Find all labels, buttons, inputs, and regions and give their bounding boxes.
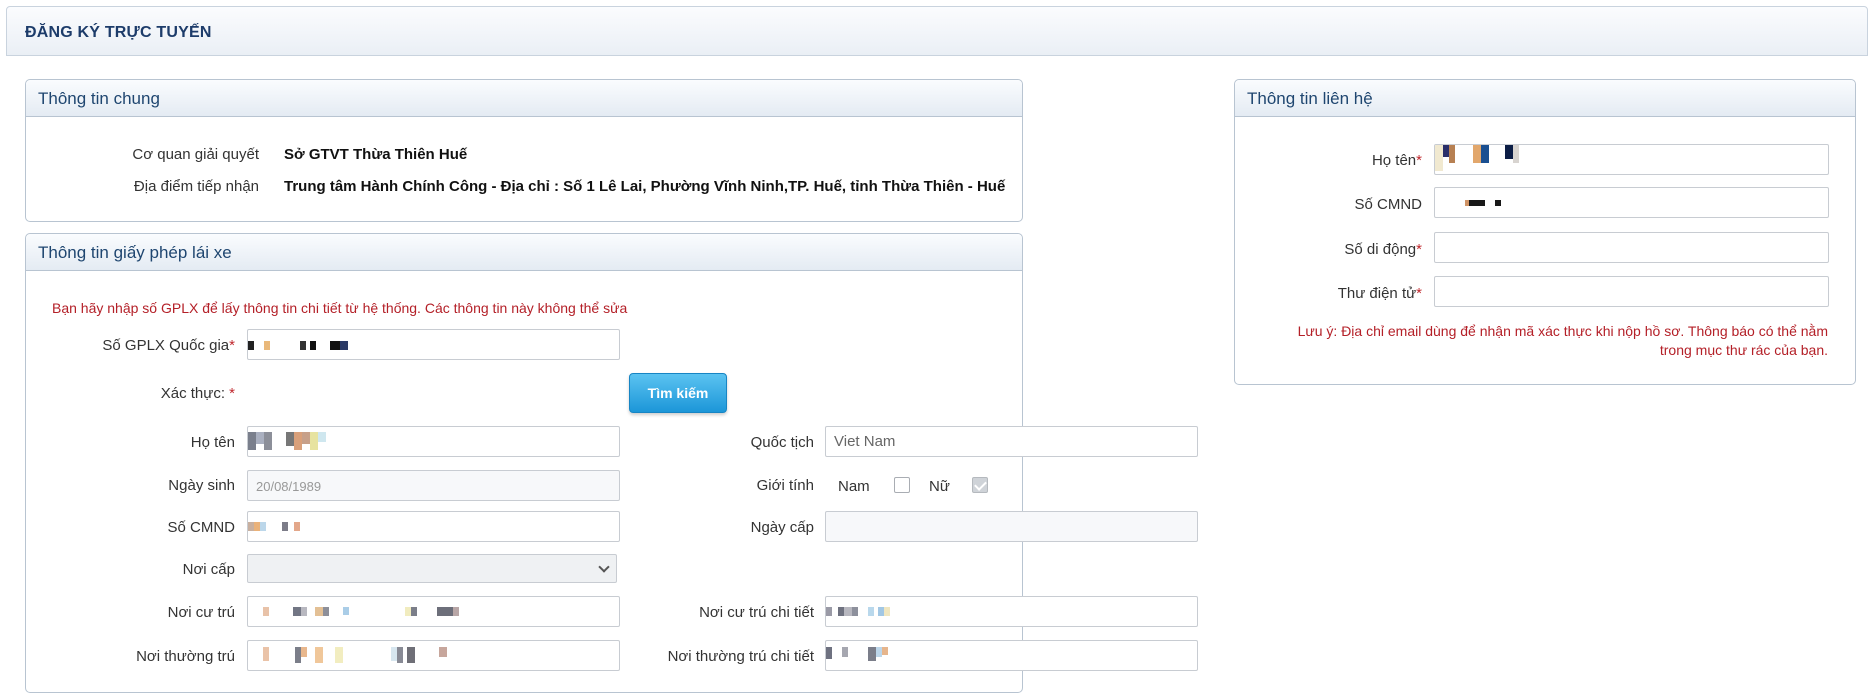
license-note: Bạn hãy nhập số GPLX để lấy thông tin ch… <box>52 300 628 316</box>
redacted-idcard <box>248 522 300 531</box>
redacted-contact-name <box>1435 145 1519 171</box>
gplx-label: Số GPLX Quốc gia* <box>102 337 235 354</box>
contact-name-input[interactable] <box>1434 144 1829 175</box>
dob-input[interactable]: 20/08/1989 <box>247 470 620 501</box>
permanent-detail-label: Nơi thường trú chi tiết <box>667 648 814 665</box>
contact-idcard-label: Số CMND <box>1354 196 1422 213</box>
general-info-title: Thông tin chung <box>26 80 1022 117</box>
verify-label: Xác thực: * <box>160 385 235 402</box>
phone-label: Số di động* <box>1344 241 1422 258</box>
residence-detail-label: Nơi cư trú chi tiết <box>699 604 814 621</box>
gender-label: Giới tính <box>756 477 814 494</box>
nationality-input[interactable]: Viet Nam <box>825 426 1198 457</box>
agency-value: Sở GTVT Thừa Thiên Huế <box>284 146 468 163</box>
name-input[interactable] <box>247 426 620 457</box>
gender-male-checkbox[interactable] <box>894 477 910 493</box>
residence-label: Nơi cư trú <box>167 604 235 621</box>
gender-female-label: Nữ <box>929 478 950 495</box>
issue-date-label: Ngày cấp <box>750 519 814 536</box>
redacted-residence <box>263 607 459 616</box>
gender-male-label: Nam <box>838 478 870 495</box>
license-info-title: Thông tin giấy phép lái xe <box>26 234 1022 271</box>
chevron-down-icon <box>598 561 610 573</box>
agency-label: Cơ quan giải quyết <box>132 146 259 163</box>
nationality-label: Quốc tịch <box>750 434 814 451</box>
redacted-contact-idcard <box>1465 200 1501 209</box>
residence-detail-input[interactable] <box>825 596 1198 627</box>
redacted-permanent <box>263 647 447 663</box>
dob-label: Ngày sinh <box>168 477 235 494</box>
residence-input[interactable] <box>247 596 620 627</box>
issue-date-input[interactable] <box>825 511 1198 542</box>
general-info-panel: Thông tin chung Cơ quan giải quyết Sở GT… <box>25 79 1023 222</box>
contact-note-line2: trong mục thư rác của bạn. <box>1659 342 1828 358</box>
email-label: Thư điện tử* <box>1337 285 1422 302</box>
redacted-gplx <box>248 341 348 350</box>
page-header: ĐĂNG KÝ TRỰC TUYẾN <box>6 6 1868 56</box>
gender-female-checkbox[interactable] <box>972 477 988 493</box>
contact-idcard-input[interactable] <box>1434 187 1829 218</box>
contact-note-line1: Lưu ý: Địa chỉ email dùng để nhận mã xác… <box>1297 323 1828 339</box>
permanent-label: Nơi thường trú <box>136 648 235 665</box>
redacted-residence-detail <box>826 607 890 616</box>
search-button[interactable]: Tìm kiếm <box>629 373 727 413</box>
email-input[interactable] <box>1434 276 1829 307</box>
name-label: Họ tên <box>190 434 235 451</box>
location-value: Trung tâm Hành Chính Công - Địa chỉ : Số… <box>284 178 1006 195</box>
location-label: Địa điểm tiếp nhận <box>133 178 259 195</box>
issue-place-select[interactable] <box>247 554 617 583</box>
permanent-input[interactable] <box>247 640 620 671</box>
page-title: ĐĂNG KÝ TRỰC TUYẾN <box>25 24 212 41</box>
phone-input[interactable] <box>1434 232 1829 263</box>
permanent-detail-input[interactable] <box>825 640 1198 671</box>
redacted-permanent-detail <box>826 647 888 661</box>
contact-info-title: Thông tin liên hệ <box>1235 80 1855 117</box>
contact-name-label: Họ tên* <box>1371 152 1422 169</box>
idcard-label: Số CMND <box>167 519 235 536</box>
redacted-name <box>248 432 326 450</box>
contact-note: Lưu ý: Địa chỉ email dùng để nhận mã xác… <box>1208 322 1828 360</box>
idcard-input[interactable] <box>247 511 620 542</box>
issue-place-label: Nơi cấp <box>182 561 235 578</box>
gplx-input[interactable] <box>247 329 620 360</box>
